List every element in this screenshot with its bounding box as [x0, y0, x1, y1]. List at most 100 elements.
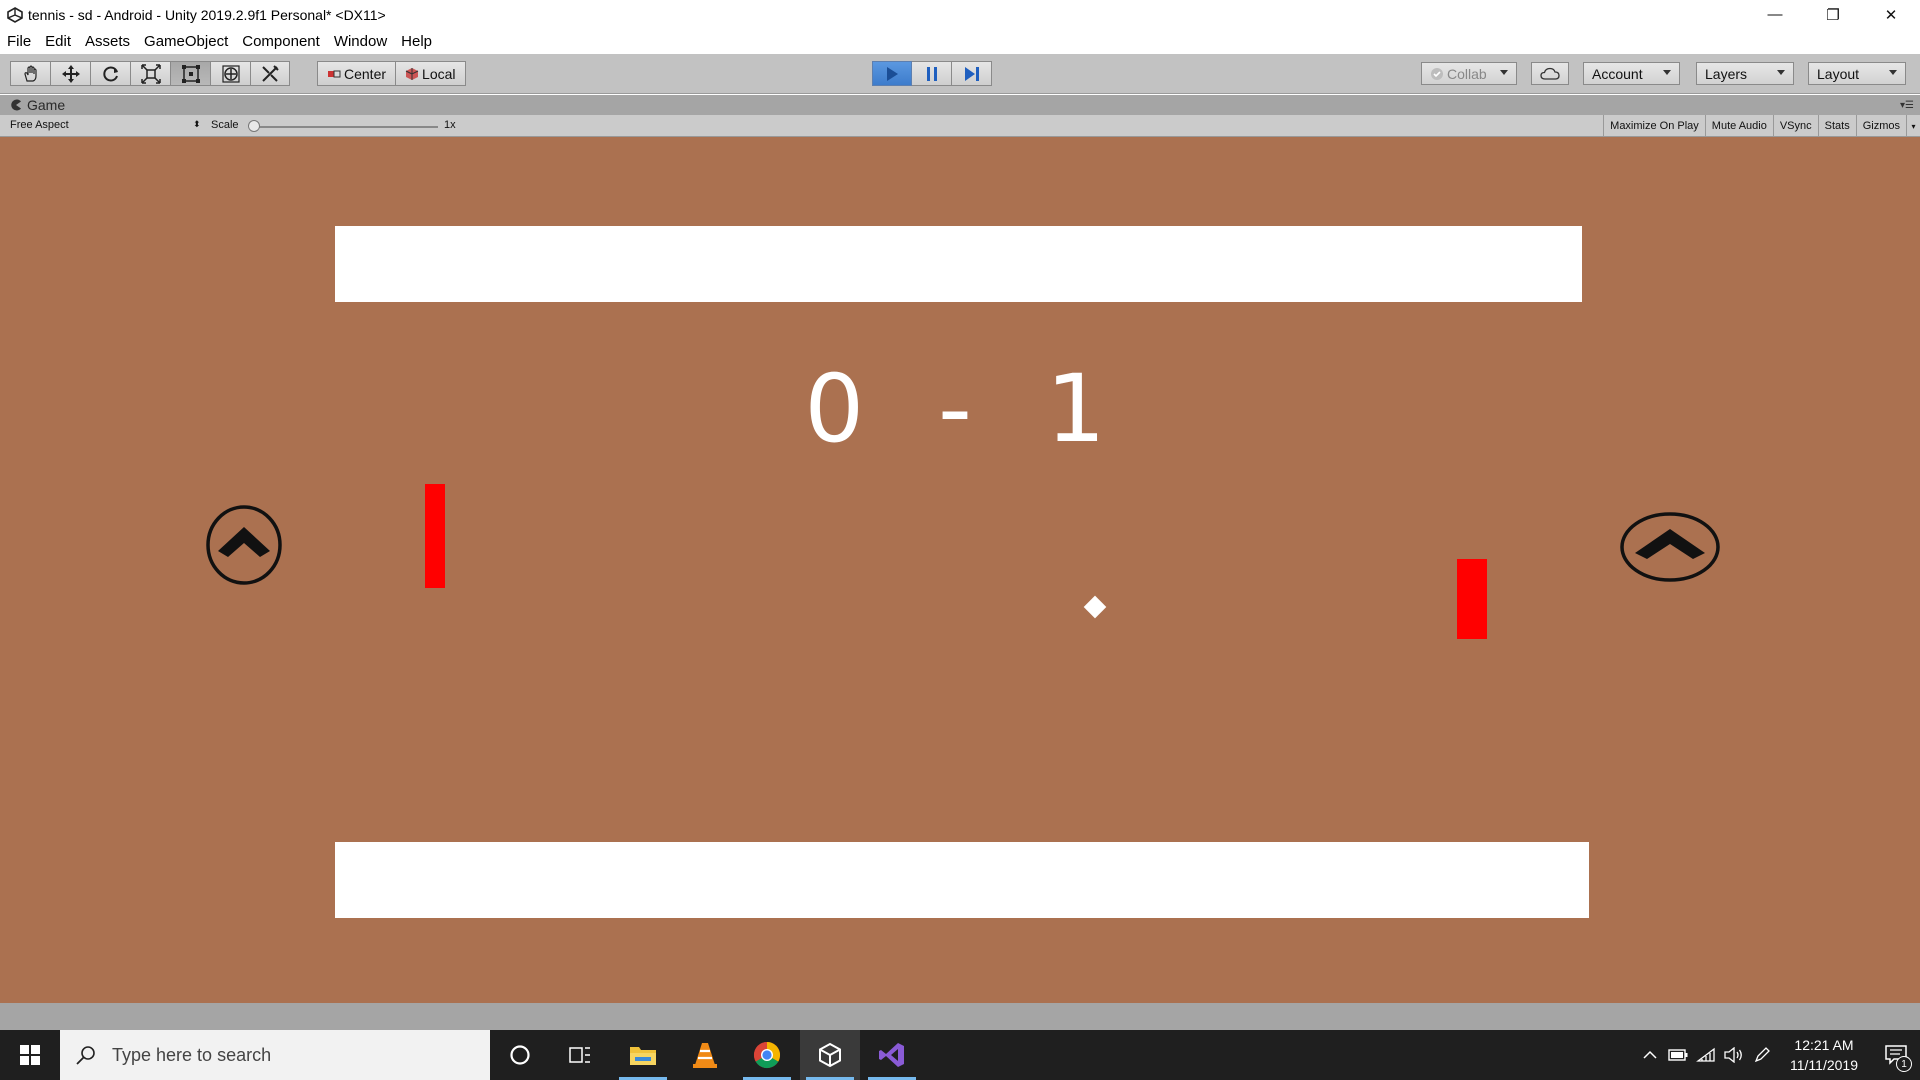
minimize-icon: —: [1767, 6, 1783, 23]
chevron-up-icon: [218, 527, 270, 557]
aspect-dropdown[interactable]: Free Aspect: [10, 119, 69, 131]
ball: [1083, 595, 1107, 619]
battery-icon: [1668, 1049, 1688, 1061]
restore-button[interactable]: ❐: [1804, 0, 1862, 29]
top-wall: [335, 226, 1582, 302]
wifi-icon: [1696, 1047, 1715, 1062]
local-cube-icon: [405, 67, 419, 80]
visual-studio-button[interactable]: [862, 1030, 922, 1080]
window-title-bar: tennis - sd - Android - Unity 2019.2.9f1…: [0, 0, 1920, 29]
taskbar-search-input[interactable]: Type here to search: [60, 1030, 490, 1080]
start-button[interactable]: [0, 1030, 60, 1080]
rect-tool-icon: [181, 64, 200, 83]
pivot-center-icon: [328, 70, 341, 77]
chrome-button[interactable]: [737, 1030, 797, 1080]
pause-button[interactable]: [912, 61, 952, 86]
play-button[interactable]: [872, 61, 912, 86]
windows-logo-icon: [20, 1045, 40, 1065]
layers-dropdown[interactable]: Layers: [1696, 62, 1794, 85]
file-explorer-icon: [630, 1047, 656, 1065]
cortana-icon: [510, 1045, 530, 1065]
transform-tool-icon: [221, 64, 240, 83]
system-tray: 12:21 AM 11/11/2019 1: [1636, 1030, 1920, 1080]
unity-taskbar-button[interactable]: [800, 1030, 860, 1080]
right-up-button[interactable]: [1619, 511, 1721, 583]
chevron-down-icon: [1500, 70, 1508, 75]
clock-date: 11/11/2019: [1790, 1057, 1858, 1073]
rect-tool-button[interactable]: [170, 61, 210, 86]
chevron-down-icon: [1663, 70, 1671, 75]
game-controls-bar: Free Aspect ⬍ Scale 1x Maximize On Play …: [0, 115, 1920, 137]
move-tool-icon: [61, 64, 80, 83]
menu-assets[interactable]: Assets: [85, 33, 130, 50]
play-icon: [887, 66, 898, 81]
pivot-rotation-button[interactable]: Local: [396, 61, 466, 86]
transform-tools: [10, 61, 290, 86]
gizmos-dropdown-icon[interactable]: ▾: [1906, 115, 1920, 137]
task-view-button[interactable]: [550, 1030, 610, 1080]
hand-tool-button[interactable]: [10, 61, 50, 86]
transform-tool-button[interactable]: [210, 61, 250, 86]
pivot-mode-button[interactable]: Center: [317, 61, 397, 86]
layout-dropdown[interactable]: Layout: [1808, 62, 1906, 85]
unity-logo-icon: [4, 4, 26, 26]
tab-game-label: Game: [27, 97, 66, 113]
menu-window[interactable]: Window: [334, 33, 387, 50]
tab-game[interactable]: Game: [10, 97, 65, 113]
pen-button[interactable]: [1748, 1030, 1776, 1080]
pen-icon: [1754, 1047, 1770, 1063]
game-view[interactable]: 0 - 1: [0, 137, 1920, 1003]
custom-tool-button[interactable]: [250, 61, 290, 86]
tray-expand-button[interactable]: [1636, 1030, 1664, 1080]
stats-toggle[interactable]: Stats: [1817, 115, 1856, 137]
cloud-button[interactable]: [1531, 62, 1569, 85]
rotate-tool-icon: [102, 66, 118, 81]
account-dropdown[interactable]: Account: [1583, 62, 1680, 85]
volume-button[interactable]: [1720, 1030, 1748, 1080]
minimize-button[interactable]: —: [1746, 0, 1804, 29]
close-button[interactable]: ✕: [1862, 0, 1920, 29]
chevron-up-icon: [1635, 529, 1705, 559]
rotate-tool-button[interactable]: [90, 61, 130, 86]
gizmos-toggle[interactable]: Gizmos: [1855, 115, 1906, 137]
menu-help[interactable]: Help: [401, 33, 432, 50]
move-tool-button[interactable]: [50, 61, 90, 86]
menu-gameobject[interactable]: GameObject: [144, 33, 228, 50]
search-icon: [74, 1043, 98, 1067]
step-icon: [964, 66, 979, 81]
menu-component[interactable]: Component: [242, 33, 320, 50]
network-button[interactable]: [1692, 1030, 1720, 1080]
menu-bar: File Edit Assets GameObject Component Wi…: [0, 29, 1920, 54]
menu-file[interactable]: File: [7, 33, 31, 50]
action-center-button[interactable]: 1: [1872, 1030, 1920, 1080]
vsync-toggle[interactable]: VSync: [1772, 115, 1818, 137]
chrome-icon: [753, 1041, 781, 1069]
collab-dropdown[interactable]: Collab: [1421, 62, 1517, 85]
scale-slider-track[interactable]: [253, 126, 438, 128]
step-button[interactable]: [952, 61, 992, 86]
scale-slider-knob[interactable]: [248, 120, 260, 132]
collab-label: Collab: [1447, 65, 1487, 82]
vlc-icon: [693, 1043, 717, 1068]
pacman-icon: [11, 99, 21, 111]
menu-edit[interactable]: Edit: [45, 33, 71, 50]
pivot-rotation-label: Local: [422, 65, 456, 82]
maximize-on-play-toggle[interactable]: Maximize On Play: [1603, 115, 1705, 137]
mute-audio-toggle[interactable]: Mute Audio: [1704, 115, 1773, 137]
clock[interactable]: 12:21 AM 11/11/2019: [1776, 1035, 1872, 1075]
scale-tool-button[interactable]: [130, 61, 170, 86]
notification-badge: 1: [1896, 1056, 1912, 1072]
left-up-button[interactable]: [206, 505, 282, 585]
file-explorer-button[interactable]: [613, 1030, 673, 1080]
vlc-button[interactable]: [675, 1030, 735, 1080]
pivot-controls: Center Local: [317, 61, 466, 86]
chevron-down-icon: [1889, 70, 1897, 75]
panel-menu-icon[interactable]: ▾☰: [1900, 100, 1914, 111]
pause-icon: [926, 66, 937, 81]
cortana-button[interactable]: [490, 1030, 550, 1080]
cloud-icon: [1540, 67, 1560, 80]
windows-taskbar: Type here to search 12:21 AM 11/11/2019 …: [0, 1030, 1920, 1080]
check-icon: [1431, 67, 1443, 80]
custom-tool-icon: [262, 64, 279, 82]
battery-button[interactable]: [1664, 1030, 1692, 1080]
